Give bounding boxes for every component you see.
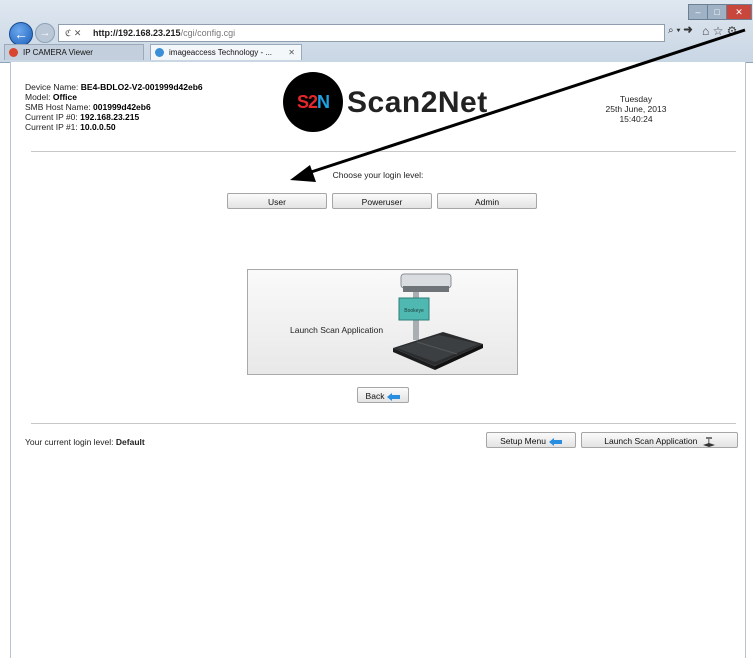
ie-favicon-icon — [155, 48, 164, 57]
setup-menu-label: Setup Menu — [500, 436, 546, 446]
close-tab-icon[interactable]: ✕ — [288, 45, 295, 61]
model-label: Model: — [25, 92, 51, 102]
launch-scan-button-label: Launch Scan Application — [604, 436, 698, 446]
minimize-button[interactable]: – — [688, 4, 708, 20]
launch-scan-panel[interactable]: Launch Scan Application Bookeye — [247, 269, 518, 375]
logo-letter-s: S — [296, 92, 309, 112]
tab-label: IP CAMERA Viewer — [23, 48, 93, 57]
toolbar-icons[interactable]: ⌂ ☆ ⚙ — [702, 24, 737, 38]
divider-bottom — [31, 423, 736, 424]
divider-top — [31, 151, 736, 152]
logo-letter-2: 2 — [308, 92, 318, 112]
search-icon[interactable]: ⌕ ▾ ➜ — [668, 25, 693, 36]
left-arrow-icon — [387, 392, 401, 401]
tab-label: imageaccess Technology - ... — [169, 48, 273, 57]
page-content: Device Name: BE4-BDLO2-V2-001999d42eb6 M… — [10, 62, 746, 658]
admin-login-button[interactable]: Admin — [437, 193, 537, 209]
poweruser-login-button[interactable]: Poweruser — [332, 193, 432, 209]
device-info: Device Name: BE4-BDLO2-V2-001999d42eb6 M… — [25, 82, 203, 132]
forward-arrow-icon[interactable]: → — [35, 23, 55, 43]
device-name-label: Device Name: — [25, 82, 79, 92]
login-prompt: Choose your login level: — [332, 170, 424, 180]
tab-imageaccess[interactable]: imageaccess Technology - ... ✕ — [150, 44, 302, 60]
url-host: http://192.168.23.215 — [93, 28, 181, 38]
address-bar[interactable]: ℭ ✕ http://192.168.23.215/cgi/config.cgi — [58, 24, 665, 42]
camera-favicon-icon — [9, 48, 18, 57]
left-arrow-icon — [548, 437, 562, 446]
browser-chrome: – □ ✕ ← → ℭ ✕ http://192.168.23.215/cgi/c… — [0, 0, 753, 63]
refresh-stop-icons[interactable]: ℭ ✕ — [59, 25, 93, 41]
tab-ip-camera-viewer[interactable]: IP CAMERA Viewer — [4, 44, 144, 60]
launch-scan-application-button[interactable]: Launch Scan Application — [581, 432, 738, 448]
maximize-button[interactable]: □ — [707, 4, 727, 20]
ip0-value: 192.168.23.215 — [80, 112, 140, 122]
login-level-label: Your current login level: — [25, 437, 114, 447]
date: 25th June, 2013 — [605, 104, 667, 114]
launch-scan-label: Launch Scan Application — [290, 325, 384, 335]
url-path: /cgi/config.cgi — [180, 28, 236, 38]
user-login-button[interactable]: User — [227, 193, 327, 209]
scanner-icon — [702, 436, 715, 447]
login-level-value: Default — [115, 437, 145, 447]
logo-letter-n: N — [317, 92, 330, 112]
date-time: Tuesday 25th June, 2013 15:40:24 — [591, 94, 681, 124]
logo-badge: S2N — [283, 72, 343, 132]
ip1-value: 10.0.0.50 — [80, 122, 116, 132]
device-name-value: BE4-BDLO2-V2-001999d42eb6 — [80, 82, 203, 92]
back-arrow-icon[interactable]: ← — [9, 22, 33, 46]
close-window-button[interactable]: ✕ — [726, 4, 752, 20]
ip0-label: Current IP #0: — [25, 112, 78, 122]
scanner-brand-text: Bookeye — [404, 308, 424, 314]
back-button[interactable]: Back — [357, 387, 409, 403]
smb-host-value: 001999d42eb6 — [93, 102, 151, 112]
model-value: Office — [52, 92, 77, 102]
setup-menu-button[interactable]: Setup Menu — [486, 432, 576, 448]
time: 15:40:24 — [619, 114, 653, 124]
ip1-label: Current IP #1: — [25, 122, 78, 132]
book-scanner-image: Bookeye — [393, 273, 483, 370]
back-label: Back — [365, 391, 385, 401]
day: Tuesday — [619, 94, 653, 104]
logo-text: Scan2Net — [347, 86, 488, 119]
smb-host-label: SMB Host Name: — [25, 102, 91, 112]
current-login-level: Your current login level: Default — [25, 437, 145, 447]
